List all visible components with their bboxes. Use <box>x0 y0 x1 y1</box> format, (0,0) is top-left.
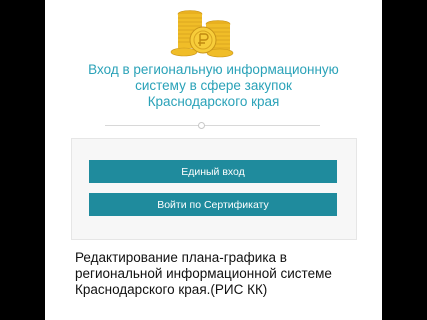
certificate-login-button[interactable]: Войти по Сертификату <box>89 193 337 216</box>
coins-stack-icon <box>170 10 234 58</box>
single-sign-on-button[interactable]: Единый вход <box>89 160 337 183</box>
caption-line: Редактирование плана-графика в <box>75 250 287 265</box>
title-line: Краснодарского края <box>147 94 280 109</box>
title-line: систему в сфере закупок <box>135 78 292 93</box>
divider-ornament <box>198 122 205 129</box>
login-page: Вход в региональную информационную систе… <box>45 0 382 320</box>
video-frame: Вход в региональную информационную систе… <box>0 0 427 320</box>
divider <box>105 125 320 126</box>
caption-line: региональной информационной системе <box>75 266 332 281</box>
page-title: Вход в региональную информационную систе… <box>55 62 372 110</box>
title-line: Вход в региональную информационную <box>88 62 339 77</box>
caption-line: Краснодарского края.(РИС КК) <box>75 282 268 297</box>
login-panel: Единый вход Войти по Сертификату <box>71 138 357 240</box>
video-caption: Редактирование плана-графика в региональ… <box>75 250 375 298</box>
